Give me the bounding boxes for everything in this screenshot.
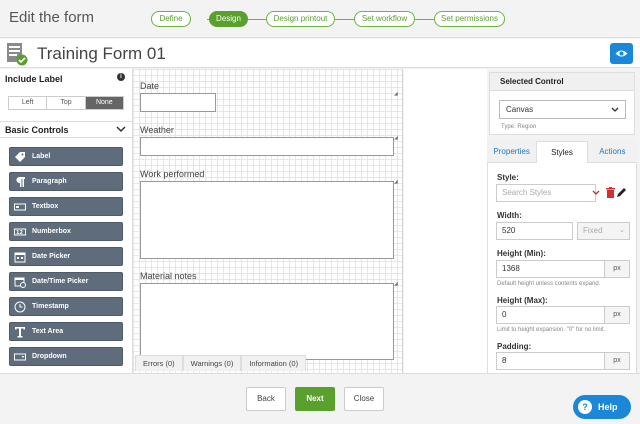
step-design-printout[interactable]: Design printout [266,11,335,27]
form-title-bar: Training Form 01 [0,39,640,68]
tab-styles[interactable]: Styles [536,141,588,163]
chevron-down-icon[interactable] [592,190,600,196]
calendar-clock-icon [14,277,26,288]
step-design[interactable]: Design [209,11,248,27]
control-text-area[interactable]: Text Area [9,322,123,341]
width-mode-select[interactable]: Fixed ⌄ [577,222,630,240]
delete-icon[interactable] [606,187,615,198]
eye-icon [615,50,628,57]
height-min-help: Default height unless contents expand. [497,281,601,287]
selected-control-select[interactable]: Canvas [499,100,626,119]
edit-pencil-icon[interactable] [616,187,626,198]
canvas-extension-area [404,69,487,373]
tab-actions[interactable]: Actions [587,141,637,163]
step-set-permissions[interactable]: Set permissions [434,11,505,27]
label-option-none[interactable]: None [85,97,123,109]
width-label: Width: [497,211,522,220]
control-paragraph[interactable]: Paragraph [9,172,123,191]
control-dropdown[interactable]: Dropdown [9,347,123,366]
width-input[interactable]: 520 [496,222,573,240]
field-label-material-notes: Material notes [140,271,197,281]
chevron-down-icon [611,107,619,112]
label-option-left[interactable]: Left [9,97,48,109]
styles-tab-content: Style: Search Styles Width: 520 Fixed ⌄ … [487,163,637,373]
validation-tabs: Errors (0) Warnings (0) Information (0) [135,355,307,371]
height-min-unit: px [605,260,630,278]
basic-controls-title: Basic Controls [5,125,69,135]
property-tabs: Properties Styles Actions [487,141,637,163]
control-textbox[interactable]: Textbox [9,197,123,216]
padding-unit: px [605,352,630,370]
style-label: Style: [497,173,519,182]
tag-icon [15,152,25,162]
question-icon: ? [578,400,592,414]
resize-handle[interactable]: ◢ [394,281,398,287]
include-label-heading: Include Label [5,74,63,84]
close-button[interactable]: Close [344,387,384,411]
field-label-date: Date [140,81,160,91]
step-wizard: Define Design Design printout Set workfl… [151,11,506,27]
label-option-top[interactable]: Top [47,97,86,109]
step-set-workflow[interactable]: Set workflow [354,11,415,27]
clock-icon [14,301,26,313]
height-min-input[interactable]: 1368 [496,260,605,278]
top-bar: Edit the form Define Design Design print… [0,0,640,38]
padding-input[interactable]: 8 [496,352,605,370]
control-datetime-picker[interactable]: Date/Time Picker [9,272,123,291]
height-min-label: Height (Min): [497,249,546,258]
resize-handle[interactable]: ◢ [394,91,398,97]
basic-controls-header[interactable]: Basic Controls [0,121,132,138]
control-timestamp[interactable]: Timestamp [9,297,123,316]
work-performed-field[interactable] [140,181,394,259]
control-type-text: Type: Region [501,124,537,130]
step-connector [414,19,435,20]
dropdown-icon [14,353,26,361]
help-button[interactable]: ? Help [573,395,631,419]
resize-handle[interactable]: ◢ [394,135,398,141]
step-define[interactable]: Define [151,11,191,27]
svg-text:12: 12 [16,230,23,236]
paragraph-icon [16,177,25,187]
selected-control-title: Selected Control [490,73,634,91]
padding-label: Padding: [497,342,532,351]
chevron-down-icon [116,126,126,133]
textbox-icon [14,203,26,211]
control-date-picker[interactable]: Date Picker [9,247,123,266]
form-document-check-icon [7,43,28,66]
height-max-help: Limit to height expansion. "0" for no li… [497,327,606,333]
properties-panel: Selected Control Canvas Type: Region Pro… [487,69,640,373]
controls-panel: Include Label i Left Top None Basic Cont… [0,69,133,373]
back-button[interactable]: Back [246,387,286,411]
tab-properties[interactable]: Properties [487,141,537,163]
height-max-unit: px [605,306,630,324]
label-position-toggle: Left Top None [8,96,124,110]
form-title: Training Form 01 [37,44,166,63]
preview-button[interactable] [610,43,633,64]
field-label-weather: Weather [140,125,174,135]
numberbox-icon: 12 [14,228,26,236]
page-heading: Edit the form [9,9,95,26]
text-area-icon [15,327,25,338]
field-label-work-performed: Work performed [140,169,205,179]
tab-information[interactable]: Information (0) [241,355,307,371]
tab-errors[interactable]: Errors (0) [135,355,183,371]
info-icon[interactable]: i [117,73,125,81]
material-notes-field[interactable] [140,283,394,360]
height-max-label: Height (Max): [497,296,548,305]
chevron-down-icon: ⌄ [619,227,625,234]
weather-field[interactable] [140,137,394,156]
form-canvas[interactable]: Date ◢ Weather ◢ Work performed ◢ Materi… [133,69,403,373]
selected-control-box: Selected Control Canvas Type: Region [489,72,635,135]
step-connector [333,19,356,20]
control-numberbox[interactable]: 12 Numberbox [9,222,123,241]
height-max-input[interactable]: 0 [496,306,605,324]
calendar-icon [14,252,26,263]
style-search-input[interactable]: Search Styles [496,184,596,202]
resize-handle[interactable]: ◢ [394,179,398,185]
control-label[interactable]: Label [9,147,123,166]
tab-warnings[interactable]: Warnings (0) [182,355,242,371]
date-field[interactable] [140,93,216,112]
next-button[interactable]: Next [295,387,335,411]
